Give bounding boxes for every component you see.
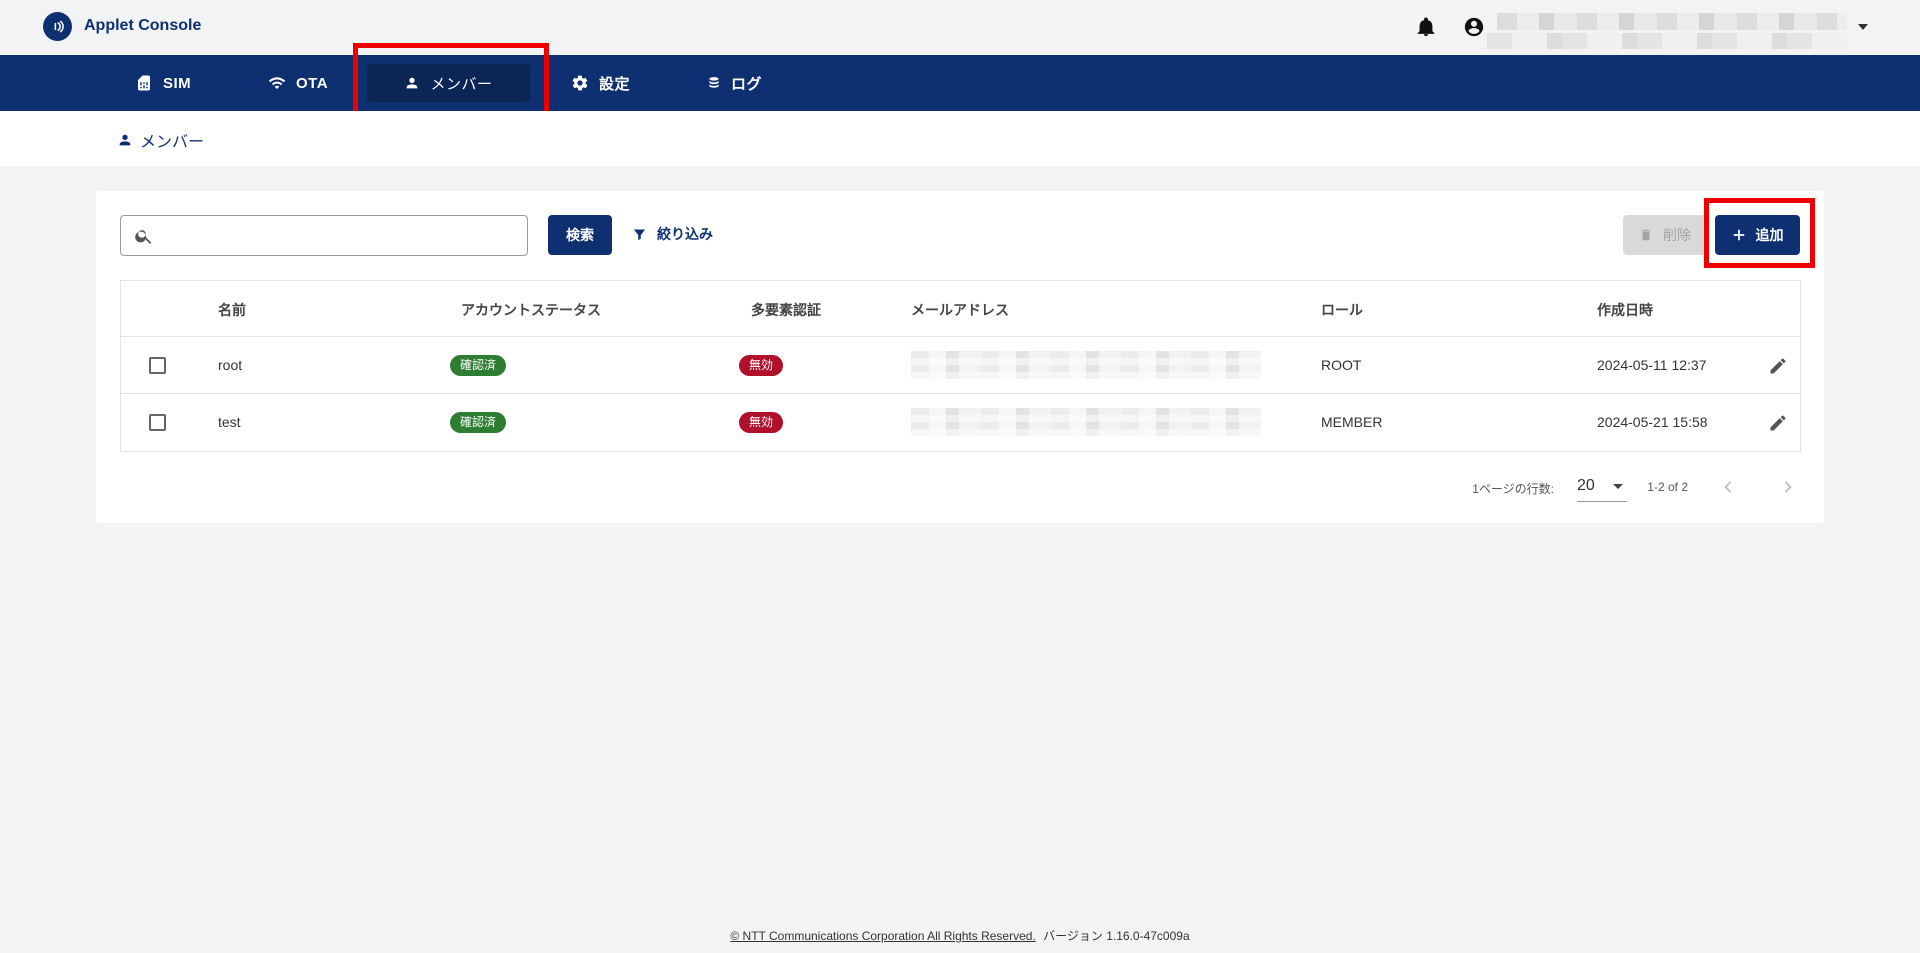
database-icon <box>709 77 719 88</box>
app-logo-icon <box>43 12 72 41</box>
nav-label-sim: SIM <box>163 74 192 92</box>
notification-bell-icon[interactable] <box>1415 16 1437 38</box>
gear-icon <box>572 75 588 91</box>
mfa-badge: 無効 <box>739 355 784 376</box>
column-header-name[interactable]: 名前 <box>218 300 246 320</box>
filter-button[interactable]: 絞り込み <box>632 224 713 244</box>
email-redacted <box>911 408 1261 436</box>
status-badge: 確認済 <box>450 412 507 433</box>
filter-icon <box>633 229 646 240</box>
filter-label: 絞り込み <box>657 226 713 242</box>
cell-name: root <box>218 357 243 373</box>
plus-icon <box>1733 229 1744 241</box>
trash-icon <box>1641 229 1651 241</box>
column-header-role[interactable]: ロール <box>1321 300 1363 320</box>
table-row[interactable]: test 確認済 無効 MEMBER 2024-05-21 15:58 <box>121 394 1800 451</box>
top-bar: Applet Console <box>0 0 1920 55</box>
nav-item-ota[interactable]: OTA <box>254 64 342 102</box>
nav-item-logs[interactable]: ログ <box>693 64 776 102</box>
footer: © NTT Communications Corporation All Rig… <box>0 927 1920 944</box>
table-row[interactable]: root 確認済 無効 ROOT 2024-05-11 12:37 <box>121 337 1800 394</box>
cell-role: MEMBER <box>1321 414 1383 430</box>
nav-item-settings[interactable]: 設定 <box>557 64 644 102</box>
app-title: Applet Console <box>84 17 202 34</box>
search-button[interactable]: 検索 <box>548 215 612 255</box>
members-card: 検索 絞り込み 削除 追加 名前 アカウントステータス 多要素認証 メールアドレ… <box>96 191 1824 523</box>
account-org-redacted <box>1487 33 1847 49</box>
add-member-button[interactable]: 追加 <box>1715 215 1800 255</box>
breadcrumb-label: メンバー <box>140 134 205 151</box>
search-field[interactable] <box>120 215 528 256</box>
copyright-link[interactable]: © NTT Communications Corporation All Rig… <box>730 929 1035 943</box>
nav-label-members: メンバー <box>430 75 493 93</box>
main-nav: SIM OTA メンバー 設定 ログ <box>0 55 1920 111</box>
nav-label-settings: 設定 <box>599 75 631 93</box>
version-text: バージョン 1.16.0-47c009a <box>1043 929 1190 943</box>
account-name-redacted[interactable] <box>1497 13 1847 30</box>
page-range: 1-2 of 2 <box>1647 480 1688 494</box>
wifi-icon <box>268 77 286 89</box>
cell-created: 2024-05-21 15:58 <box>1597 414 1708 430</box>
previous-page-icon[interactable] <box>1718 477 1738 497</box>
person-icon <box>119 134 131 146</box>
account-dropdown-caret-icon[interactable] <box>1858 24 1868 30</box>
search-icon <box>135 230 152 244</box>
edit-pencil-icon[interactable] <box>1768 356 1788 376</box>
pagination: 1ページの行数: 20 1-2 of 2 <box>1400 472 1800 502</box>
edit-pencil-icon[interactable] <box>1768 413 1788 433</box>
column-header-created[interactable]: 作成日時 <box>1597 300 1653 320</box>
row-checkbox[interactable] <box>149 414 166 431</box>
nav-item-members[interactable]: メンバー <box>367 64 530 102</box>
status-badge: 確認済 <box>450 355 507 376</box>
search-input[interactable] <box>165 224 515 248</box>
cell-created: 2024-05-11 12:37 <box>1597 357 1707 373</box>
cell-name: test <box>218 414 241 430</box>
account-circle-icon[interactable] <box>1463 16 1485 38</box>
add-label: 追加 <box>1755 227 1784 243</box>
breadcrumb: メンバー <box>117 128 204 152</box>
members-table: 名前 アカウントステータス 多要素認証 メールアドレス ロール 作成日時 roo… <box>120 280 1801 452</box>
sim-card-icon <box>138 75 150 91</box>
row-checkbox[interactable] <box>149 357 166 374</box>
breadcrumb-bar: メンバー <box>0 111 1920 166</box>
table-header: 名前 アカウントステータス 多要素認証 メールアドレス ロール 作成日時 <box>121 281 1800 337</box>
column-header-account-status[interactable]: アカウントステータス <box>461 300 601 320</box>
nav-label-logs: ログ <box>731 75 763 93</box>
chevron-down-icon <box>1613 484 1623 489</box>
rows-per-page-select[interactable]: 20 <box>1577 472 1627 502</box>
column-header-mfa[interactable]: 多要素認証 <box>751 300 821 320</box>
cell-role: ROOT <box>1321 357 1362 373</box>
next-page-icon[interactable] <box>1778 477 1798 497</box>
rows-per-page-value: 20 <box>1577 477 1595 494</box>
nav-item-sim[interactable]: SIM <box>121 64 205 102</box>
mfa-badge: 無効 <box>739 412 784 433</box>
email-redacted <box>911 351 1261 379</box>
column-header-email[interactable]: メールアドレス <box>911 300 1009 320</box>
nav-label-ota: OTA <box>296 74 329 92</box>
person-icon <box>407 77 418 89</box>
delete-label: 削除 <box>1663 227 1691 243</box>
delete-button[interactable]: 削除 <box>1623 215 1707 255</box>
rows-per-page-label: 1ページの行数: <box>1472 482 1554 496</box>
